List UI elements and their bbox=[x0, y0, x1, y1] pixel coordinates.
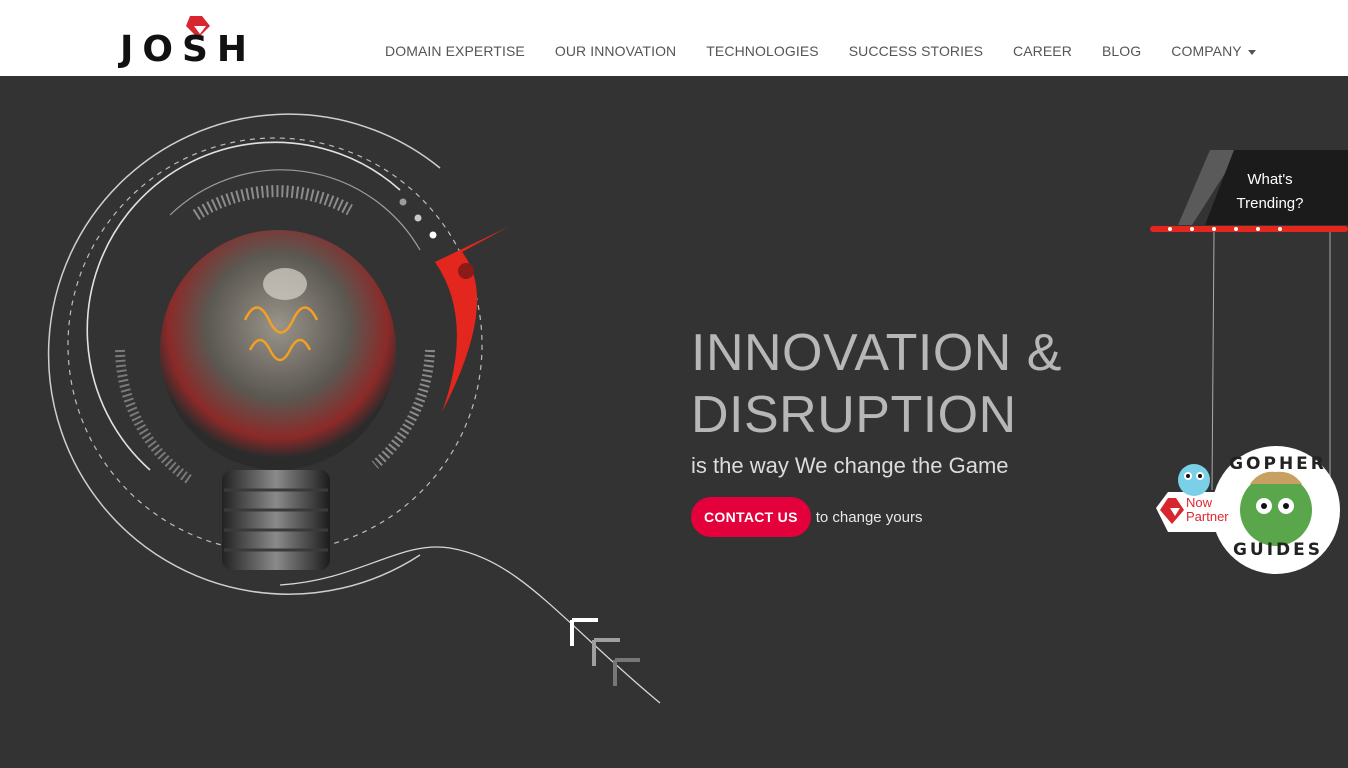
partner-line-2: Partner bbox=[1186, 509, 1229, 524]
cta-row: CONTACT US to change yours bbox=[691, 497, 922, 537]
nav-blog[interactable]: BLOG bbox=[1102, 43, 1141, 59]
partner-label: Now Partner bbox=[1186, 496, 1229, 524]
trending-line-1: What's bbox=[1247, 171, 1293, 188]
cta-suffix-text: to change yours bbox=[815, 508, 923, 526]
josh-logo[interactable]: JOSH bbox=[118, 12, 334, 70]
nav-domain-expertise[interactable]: DOMAIN EXPERTISE bbox=[385, 43, 525, 59]
hero-headline: INNOVATION & DISRUPTION bbox=[691, 322, 1062, 446]
hero-subheadline: is the way We change the Game bbox=[691, 453, 1009, 478]
top-navbar: JOSH DOMAIN EXPERTISE OUR INNOVATION TEC… bbox=[0, 0, 1348, 76]
nav-career[interactable]: CAREER bbox=[1013, 43, 1072, 59]
partner-line-1: Now bbox=[1186, 495, 1213, 510]
nav-success-stories[interactable]: SUCCESS STORIES bbox=[849, 43, 983, 59]
gopher-guides-partner-badge[interactable]: GOPHER GUIDES bbox=[1146, 440, 1348, 580]
logo-wordmark: JOSH bbox=[120, 29, 257, 70]
nav-technologies[interactable]: TECHNOLOGIES bbox=[706, 43, 818, 59]
headline-line-2: DISRUPTION bbox=[691, 386, 1017, 444]
main-nav: DOMAIN EXPERTISE OUR INNOVATION TECHNOLO… bbox=[370, 40, 1286, 62]
badge-bottom-text: GUIDES bbox=[1232, 540, 1324, 560]
headline-line-1: INNOVATION & bbox=[691, 324, 1062, 382]
nav-our-innovation[interactable]: OUR INNOVATION bbox=[555, 43, 676, 59]
nav-company-label: COMPANY bbox=[1171, 43, 1242, 59]
chevron-down-icon bbox=[1247, 49, 1256, 55]
trending-line-2: Trending? bbox=[1236, 195, 1304, 212]
badge-top-text: GOPHER bbox=[1229, 454, 1327, 474]
lightbulb-illustration bbox=[47, 113, 661, 704]
contact-us-button[interactable]: CONTACT US bbox=[691, 497, 811, 537]
nav-company-dropdown[interactable]: COMPANY bbox=[1171, 43, 1256, 59]
whats-trending-tab[interactable]: What's Trending? bbox=[1228, 168, 1312, 216]
hero-section: INNOVATION & DISRUPTION is the way We ch… bbox=[0, 76, 1348, 768]
